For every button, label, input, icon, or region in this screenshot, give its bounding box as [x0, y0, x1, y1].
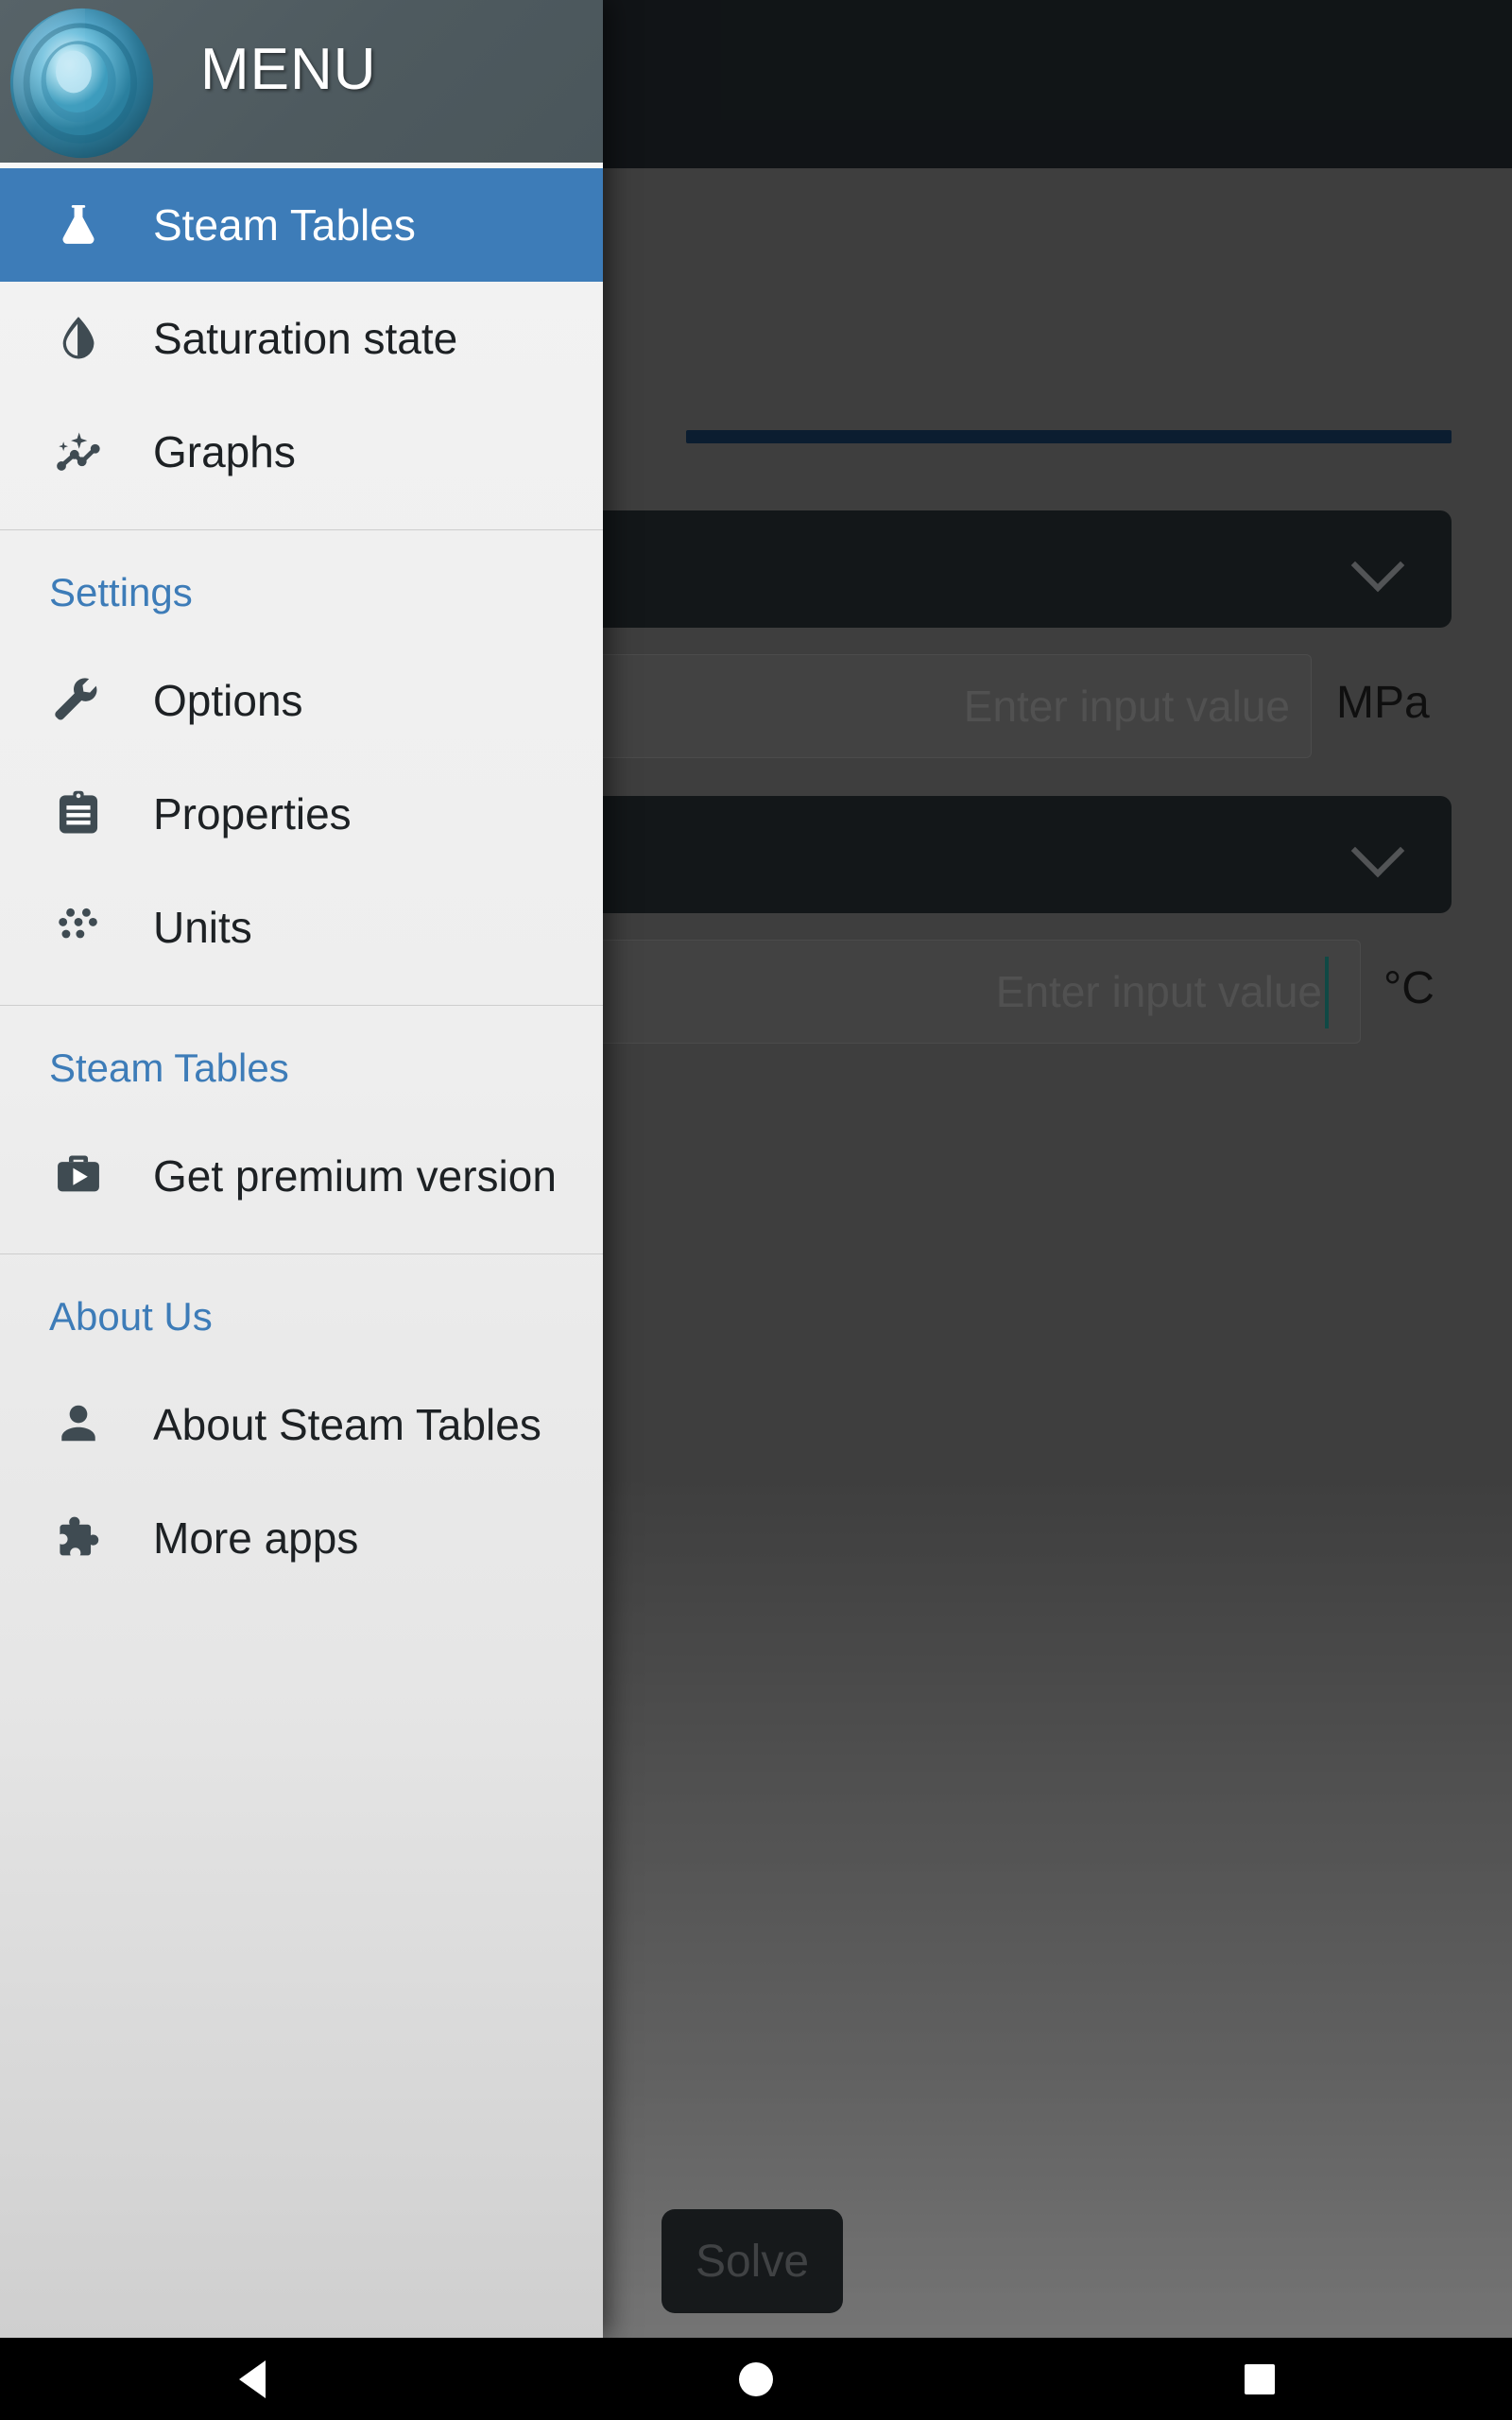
drawer-header: MENU	[0, 0, 603, 168]
square-recents-icon	[1245, 2363, 1276, 2394]
sidebar-item-label: Saturation state	[153, 314, 458, 363]
sidebar-item-label: Get premium version	[153, 1151, 557, 1201]
background-input-one-unit: MPa	[1336, 678, 1430, 728]
sidebar-item-properties[interactable]: Properties	[0, 757, 603, 871]
sidebar-item-label: Graphs	[153, 427, 296, 476]
sidebar-item-get-premium-version[interactable]: Get premium version	[0, 1119, 603, 1233]
system-navigation-bar	[0, 2338, 1512, 2420]
nav-home-button[interactable]	[504, 2338, 1007, 2420]
play-store-briefcase-icon	[49, 1147, 108, 1205]
section-header-steam-tables: Steam Tables	[49, 1046, 289, 1090]
sidebar-item-about-steam-tables[interactable]: About Steam Tables	[0, 1368, 603, 1481]
background-input-one-placeholder: Enter input value	[963, 682, 1290, 731]
triangle-back-icon	[238, 2360, 266, 2398]
sidebar-item-label: Properties	[153, 789, 352, 838]
clipboard-icon	[49, 785, 108, 843]
background-section-underline	[686, 430, 1452, 443]
sidebar-item-options[interactable]: Options	[0, 644, 603, 757]
background-input-two-unit: °C	[1383, 963, 1435, 1013]
sidebar-item-saturation-state[interactable]: Saturation state	[0, 282, 603, 395]
nav-back-button[interactable]	[0, 2338, 504, 2420]
sidebar-item-graphs[interactable]: Graphs	[0, 395, 603, 509]
sidebar-item-units[interactable]: Units	[0, 871, 603, 984]
drawer-title: MENU	[200, 37, 377, 102]
sidebar-item-label: About Steam Tables	[153, 1400, 541, 1449]
line-chart-sparkle-icon	[49, 423, 108, 481]
sidebar-item-steam-tables[interactable]: Steam Tables	[0, 168, 603, 282]
sidebar-item-label: Units	[153, 903, 252, 952]
sidebar-item-label: Steam Tables	[153, 200, 416, 250]
steam-tables-logo-icon	[9, 8, 154, 159]
text-cursor-icon	[1325, 957, 1329, 1028]
chevron-down-icon	[1350, 823, 1405, 878]
molecule-dots-icon	[49, 898, 108, 957]
navigation-drawer: MENU Steam Tables Saturation state Graph…	[0, 0, 603, 2338]
circle-home-icon	[738, 2361, 773, 2396]
person-icon	[49, 1395, 108, 1454]
section-header-settings: Settings	[49, 570, 193, 614]
background-input-two-placeholder: Enter input value	[995, 967, 1322, 1016]
chevron-down-icon	[1350, 538, 1405, 593]
flask-icon	[49, 196, 108, 254]
solve-button-label: Solve	[695, 2236, 810, 2287]
wrench-icon	[49, 671, 108, 730]
sidebar-item-label: More apps	[153, 1513, 359, 1563]
section-header-about-us: About Us	[49, 1294, 213, 1339]
water-drop-icon	[49, 309, 108, 368]
puzzle-piece-icon	[49, 1509, 108, 1567]
solve-button[interactable]: Solve	[662, 2209, 843, 2313]
sidebar-item-more-apps[interactable]: More apps	[0, 1481, 603, 1595]
sidebar-item-label: Options	[153, 676, 303, 725]
nav-recents-button[interactable]	[1008, 2338, 1512, 2420]
